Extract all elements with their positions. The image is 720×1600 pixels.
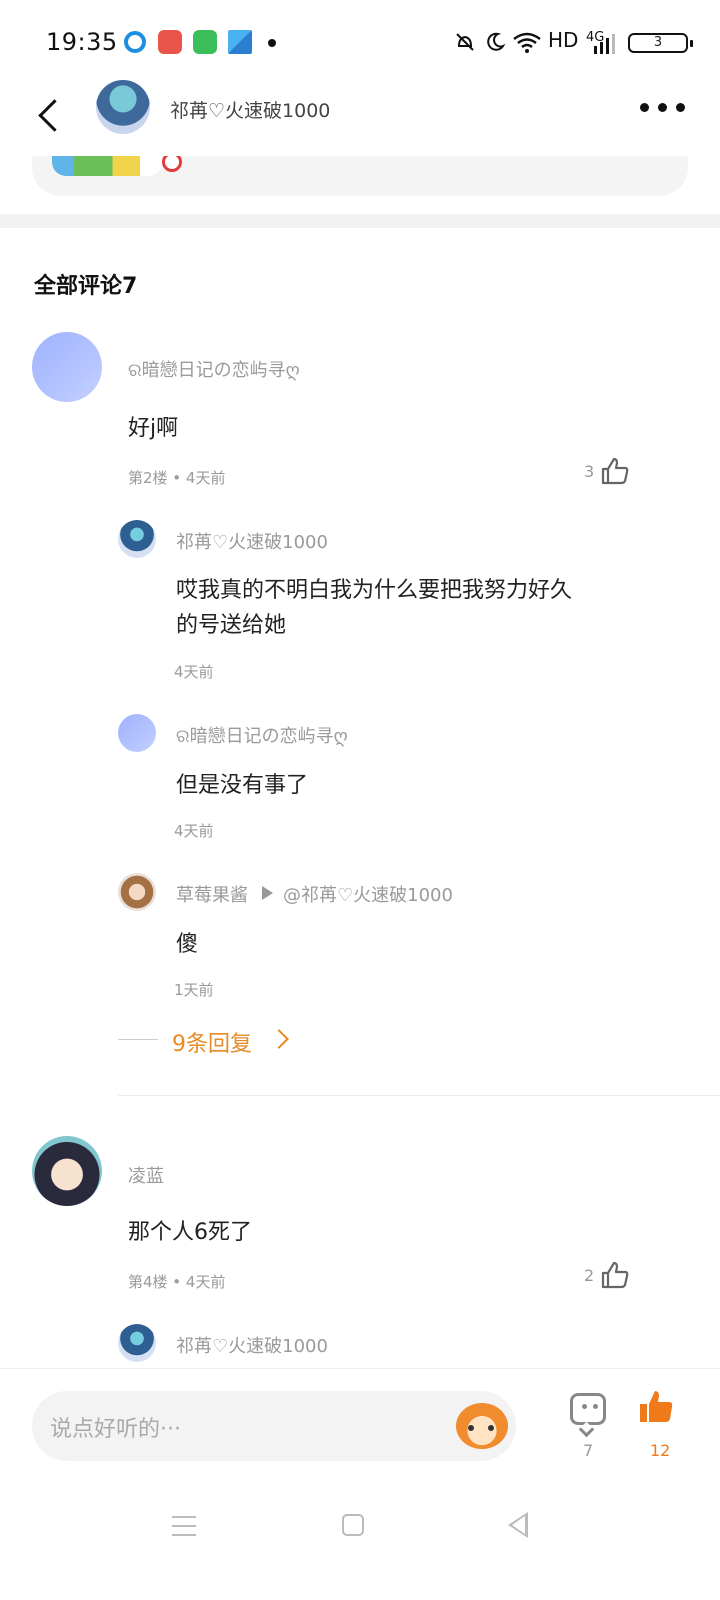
comment-input[interactable]: 说点好听的··· — [32, 1391, 516, 1461]
reply-to-target[interactable]: @祁苒♡火速破1000 — [283, 885, 453, 906]
post-card[interactable] — [32, 156, 688, 196]
avatar[interactable] — [118, 873, 156, 911]
comment-meta: 第2楼 • 4天前 — [128, 469, 226, 487]
reply-time: 4天前 — [174, 663, 214, 681]
comment-author[interactable]: 凌蓝 — [128, 1162, 164, 1188]
music-app-icon — [158, 30, 182, 54]
avatar[interactable] — [118, 520, 156, 558]
like-count: 3 — [584, 462, 595, 481]
comment-text[interactable]: 那个人6死了 — [128, 1214, 252, 1246]
comment-icon[interactable] — [570, 1393, 606, 1425]
avatar[interactable] — [118, 714, 156, 752]
reply-time: 1天前 — [174, 981, 214, 999]
author-name[interactable]: 祁苒♡火速破1000 — [170, 96, 330, 123]
reply-text[interactable]: 但是没有事了 — [176, 767, 308, 799]
hd-label: HD — [548, 28, 579, 52]
section-divider — [0, 214, 720, 228]
mascot-emoji-icon[interactable] — [456, 1403, 508, 1449]
reply-text[interactable]: 傻 — [176, 926, 198, 958]
comment-input-placeholder[interactable]: 说点好听的··· — [50, 1411, 181, 1443]
home-icon[interactable] — [342, 1514, 364, 1536]
comments-title: 全部评论7 — [34, 274, 138, 299]
reply-author[interactable]: ର暗戀日记の恋屿寻ღ — [176, 722, 348, 748]
avatar[interactable] — [32, 332, 102, 402]
reply-author[interactable]: 祁苒♡火速破1000 — [176, 1332, 328, 1358]
system-nav-bar — [0, 1500, 720, 1600]
more-dots-icon[interactable] — [640, 100, 688, 112]
comment-meta: 第4楼 • 4天前 — [128, 1273, 226, 1291]
thumb-up-icon[interactable] — [600, 1260, 630, 1290]
reply-author[interactable]: 草莓果酱 — [176, 885, 248, 906]
wifi-icon — [513, 32, 541, 53]
reply-time: 4天前 — [174, 822, 214, 840]
avatar[interactable] — [32, 1136, 102, 1206]
thumb-up-filled-icon[interactable] — [638, 1389, 674, 1425]
thread-divider — [118, 1095, 720, 1096]
post-header: 祁苒♡火速破1000 — [0, 80, 720, 156]
avatar[interactable] — [118, 1324, 156, 1362]
like-count: 2 — [584, 1266, 595, 1285]
reply-text[interactable]: 的号送给她 — [176, 607, 286, 639]
divider-line — [118, 1039, 158, 1040]
alarm-off-icon — [456, 33, 474, 51]
status-bar: 19:35 HD 4G 3 — [0, 0, 720, 86]
badge-icon — [162, 156, 182, 172]
chevron-right-icon[interactable] — [269, 1029, 289, 1049]
reply-header: 草莓果酱 @祁苒♡火速破1000 — [176, 881, 453, 907]
comment-text[interactable]: 好j啊 — [128, 410, 178, 442]
status-time: 19:35 — [46, 28, 118, 56]
more-replies-link[interactable]: 9条回复 — [172, 1026, 252, 1058]
author-avatar[interactable] — [96, 80, 150, 134]
back-button[interactable] — [30, 94, 70, 138]
menu-icon[interactable] — [172, 1516, 196, 1536]
like-total: 12 — [650, 1441, 671, 1460]
reply-text[interactable]: 哎我真的不明白我为什么要把我努力好久 — [176, 572, 572, 604]
battery-icon: 3 — [628, 33, 693, 53]
store-app-icon — [193, 30, 217, 54]
reply-arrow-icon — [262, 886, 273, 900]
notification-dot-icon — [268, 39, 276, 47]
reply-author[interactable]: 祁苒♡火速破1000 — [176, 528, 328, 554]
moon-icon — [487, 32, 506, 51]
paper-plane-icon — [228, 30, 252, 54]
comment-author[interactable]: ର暗戀日记の恋屿寻ღ — [128, 356, 300, 382]
qq-browser-icon — [124, 31, 146, 53]
comment-count: 7 — [583, 1441, 594, 1460]
back-triangle-icon[interactable] — [508, 1512, 528, 1538]
post-image[interactable] — [52, 156, 162, 176]
signal-icon — [594, 34, 615, 54]
thumb-up-icon[interactable] — [600, 456, 630, 486]
